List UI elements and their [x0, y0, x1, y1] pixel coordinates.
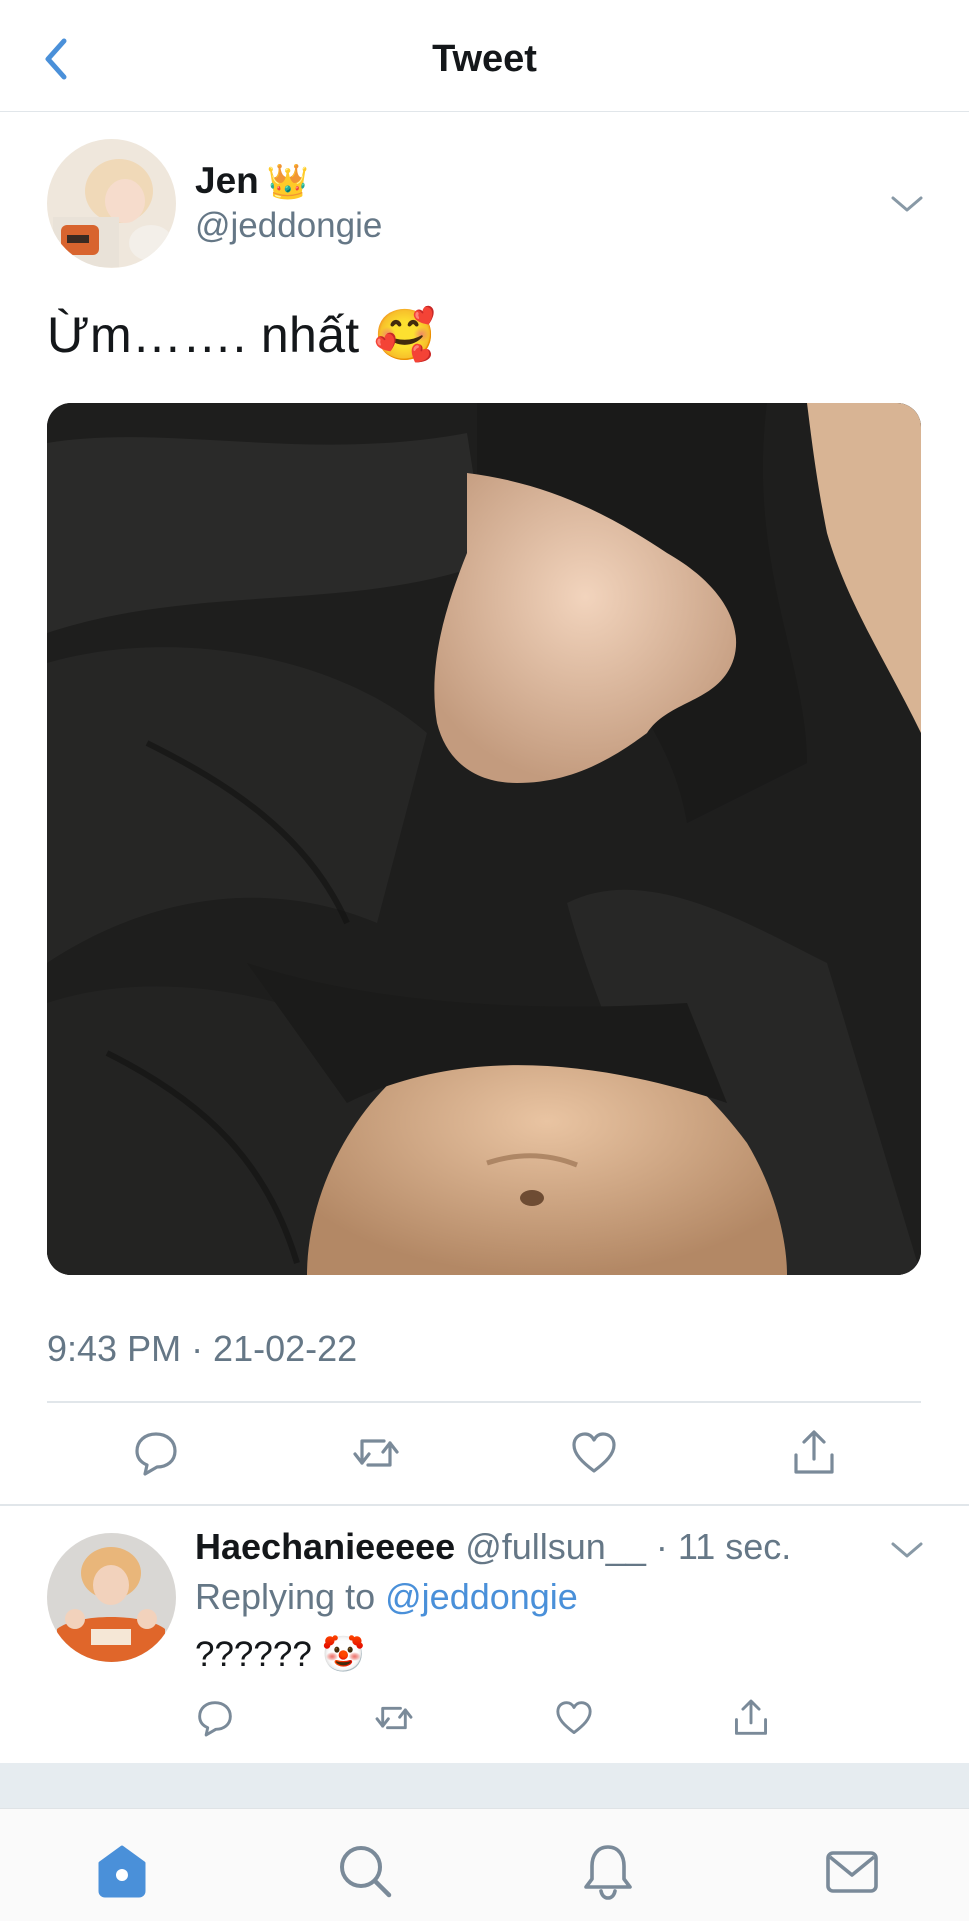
chevron-down-icon[interactable] — [889, 1538, 925, 1562]
nav-bar: Tweet — [0, 0, 969, 112]
retweet-icon[interactable] — [350, 1427, 402, 1479]
reply-author-handle[interactable]: @fullsun__ — [465, 1526, 646, 1567]
tweet-text: Ừm……. nhất 🥰 — [47, 307, 437, 363]
share-icon[interactable] — [788, 1427, 840, 1479]
reply-icon[interactable] — [130, 1427, 182, 1479]
author-name[interactable]: Jen 👑 — [195, 160, 309, 202]
tweet-timestamp: 9:43 PM · 21-02-22 — [47, 1328, 358, 1369]
page-title: Tweet — [432, 38, 537, 80]
reply-text: ?????? 🤡 — [195, 1635, 366, 1674]
reply-icon[interactable] — [194, 1697, 236, 1739]
messages-icon[interactable] — [822, 1841, 882, 1901]
notifications-icon[interactable] — [578, 1841, 638, 1901]
reply-header: Haechanieeeee @fullsun__ · 11 sec. — [195, 1526, 791, 1568]
replying-to-handle[interactable]: @jeddongie — [385, 1576, 578, 1617]
retweet-icon[interactable] — [373, 1697, 415, 1739]
home-icon[interactable] — [92, 1841, 152, 1901]
divider — [47, 1401, 921, 1403]
section-separator — [0, 1763, 969, 1808]
author-handle[interactable]: @jeddongie — [195, 206, 382, 246]
replying-to-line: Replying to @jeddongie — [195, 1576, 578, 1618]
replying-to-label: Replying to — [195, 1576, 376, 1617]
reply-time: · 11 sec. — [655, 1526, 792, 1567]
chevron-down-icon[interactable] — [889, 192, 925, 216]
crown-emoji: 👑 — [266, 163, 310, 201]
like-icon[interactable] — [568, 1427, 620, 1479]
reply-author-name[interactable]: Haechanieeeee — [195, 1526, 455, 1567]
tweet-photo[interactable] — [47, 403, 921, 1275]
reply-author-avatar[interactable] — [47, 1533, 176, 1662]
share-icon[interactable] — [730, 1697, 772, 1739]
divider — [0, 1504, 969, 1506]
search-icon[interactable] — [335, 1841, 395, 1901]
bottom-tab-bar — [0, 1808, 969, 1921]
author-name-text: Jen — [195, 160, 259, 201]
like-icon[interactable] — [553, 1697, 595, 1739]
author-avatar[interactable] — [47, 139, 176, 268]
